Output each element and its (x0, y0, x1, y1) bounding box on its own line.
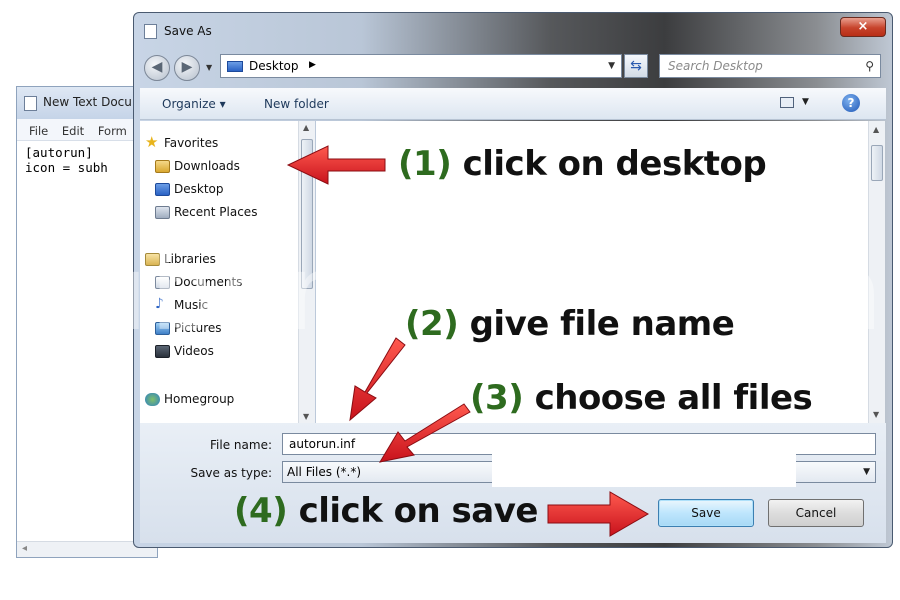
arrow-icon (378, 403, 471, 463)
arrow-icon (349, 337, 406, 422)
screenshot-stage: New Text Docu File Edit Form [autorun] i… (0, 0, 900, 600)
arrow-icon (286, 145, 386, 185)
arrow-icon (547, 491, 649, 537)
annotation-arrows (286, 145, 649, 537)
